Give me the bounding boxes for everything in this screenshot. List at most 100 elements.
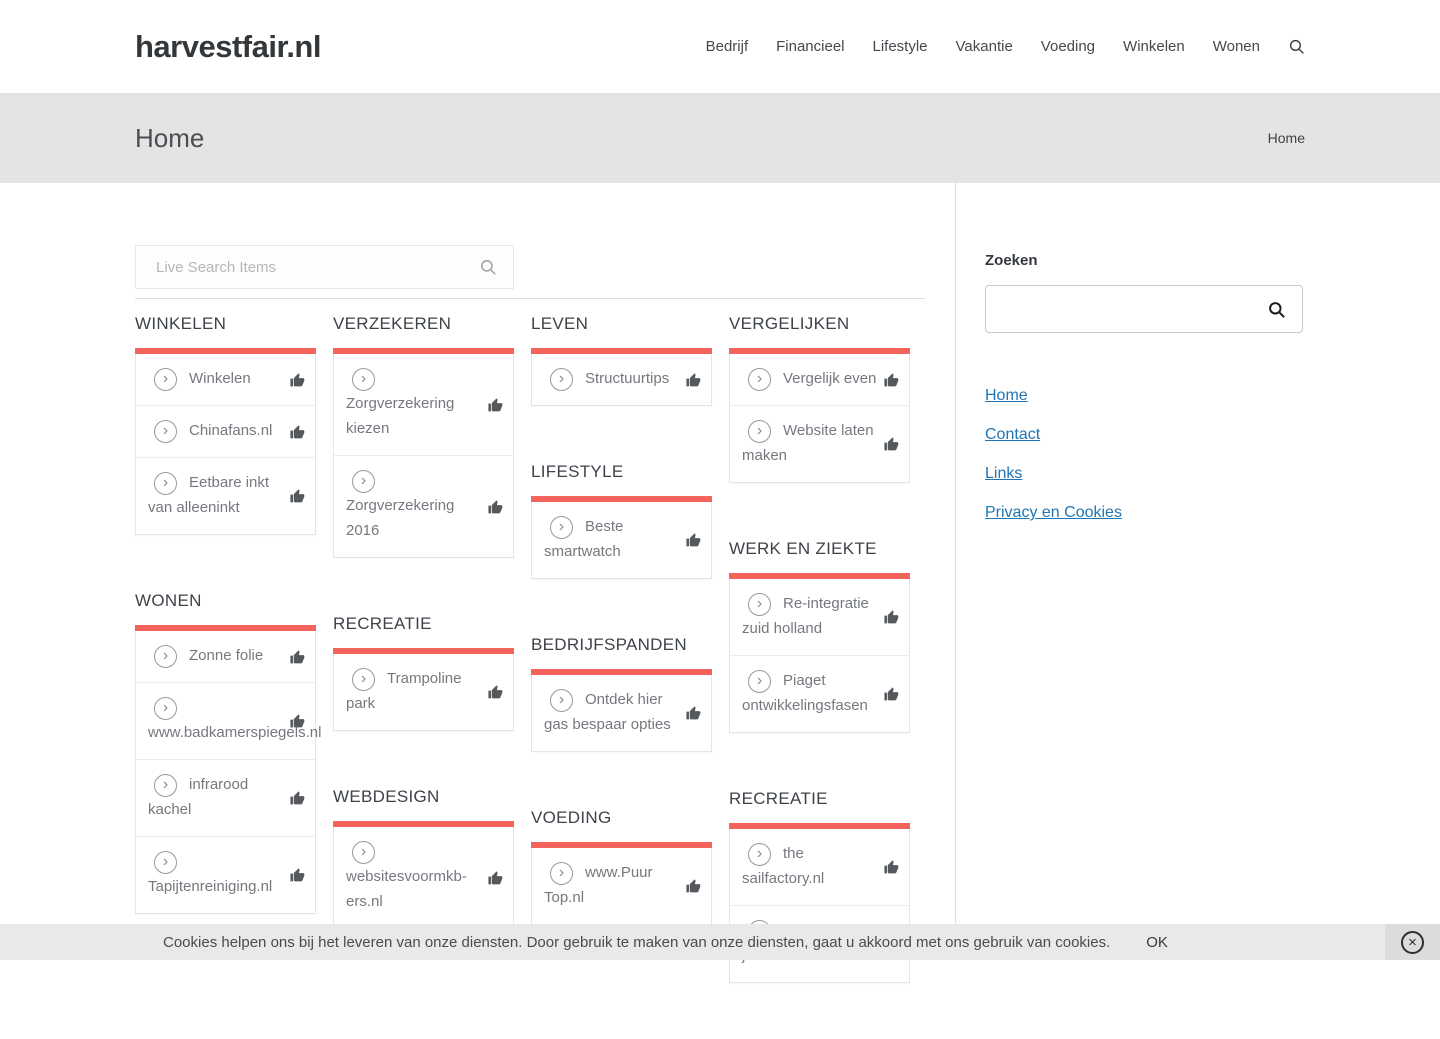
link-label[interactable]: Chinafans.nl bbox=[189, 422, 272, 439]
circle-chevron-icon: › bbox=[748, 843, 771, 866]
page-title: Home bbox=[135, 123, 204, 154]
category-section-voeding: VOEDING›www.Puur Top.nl bbox=[531, 808, 712, 925]
thumbs-up-icon[interactable] bbox=[883, 859, 900, 876]
link-card-item[interactable]: ›Zonne folie bbox=[136, 631, 315, 683]
link-card-group: ›Structuurtips bbox=[531, 348, 712, 406]
thumbs-up-icon[interactable] bbox=[487, 498, 504, 515]
thumbs-up-icon[interactable] bbox=[289, 423, 306, 440]
link-card-item[interactable]: ›www.badkamerspiegels.nl bbox=[136, 683, 315, 760]
thumbs-up-icon[interactable] bbox=[289, 790, 306, 807]
link-card-group: ›Beste smartwatch bbox=[531, 496, 712, 579]
link-label[interactable]: Zorgverzekering 2016 bbox=[346, 497, 454, 539]
nav-item-winkelen[interactable]: Winkelen bbox=[1123, 38, 1185, 55]
link-card-group: ›websitesvoormkb-ers.nl bbox=[333, 821, 514, 929]
category-heading: LEVEN bbox=[531, 314, 712, 334]
category-section-verzekeren: VERZEKEREN › Zorgverzekering kiezen › Zorgve… bbox=[333, 314, 514, 558]
live-search-input[interactable] bbox=[156, 259, 479, 276]
thumbs-up-icon[interactable] bbox=[883, 609, 900, 626]
link-card-item[interactable]: › Zorgverzekering kiezen bbox=[334, 354, 513, 456]
nav-item-lifestyle[interactable]: Lifestyle bbox=[873, 38, 928, 55]
circle-chevron-icon: › bbox=[550, 862, 573, 885]
link-label[interactable]: Vergelijk even bbox=[783, 370, 876, 387]
thumbs-up-icon[interactable] bbox=[487, 396, 504, 413]
nav-item-voeding[interactable]: Voeding bbox=[1041, 38, 1095, 55]
link-card-item[interactable]: ›Tapijtenreiniging.nl bbox=[136, 837, 315, 913]
link-card-item[interactable]: ›Re-integratie zuid holland bbox=[730, 579, 909, 656]
nav-search-icon[interactable] bbox=[1288, 38, 1305, 55]
link-card-item[interactable]: ›infrarood kachel bbox=[136, 760, 315, 837]
thumbs-up-icon[interactable] bbox=[289, 713, 306, 730]
link-card-item[interactable]: ›Beste smartwatch bbox=[532, 502, 711, 578]
category-heading: LIFESTYLE bbox=[531, 462, 712, 482]
link-card-item[interactable]: ›Structuurtips bbox=[532, 354, 711, 405]
link-label[interactable]: Zonne folie bbox=[189, 647, 263, 664]
link-card-item[interactable]: ›websitesvoormkb-ers.nl bbox=[334, 827, 513, 928]
category-heading: WINKELEN bbox=[135, 314, 316, 334]
thumbs-up-icon[interactable] bbox=[685, 371, 702, 388]
category-heading: RECREATIE bbox=[333, 614, 514, 634]
category-section-wonen: WONEN›Zonne folie›www.badkamerspiegels.n… bbox=[135, 591, 316, 914]
cookie-banner: Cookies helpen ons bij het leveren van o… bbox=[0, 924, 1440, 960]
thumbs-up-icon[interactable] bbox=[289, 488, 306, 505]
category-heading: WERK EN ZIEKTE bbox=[729, 539, 910, 559]
link-label[interactable]: Zorgverzekering kiezen bbox=[346, 395, 454, 437]
link-card-item[interactable]: ›Eetbare inkt van alleeninkt bbox=[136, 458, 315, 534]
category-heading: VERZEKEREN bbox=[333, 314, 514, 334]
site-header: harvestfair.nl Bedrijf Financieel Lifestyl… bbox=[0, 0, 1440, 93]
live-search-icon[interactable] bbox=[479, 258, 497, 276]
circle-chevron-icon: › bbox=[154, 774, 177, 797]
link-card-group: › Zorgverzekering kiezen › Zorgverzekering … bbox=[333, 348, 514, 558]
link-card-group: ›www.Puur Top.nl bbox=[531, 842, 712, 925]
sidebar-link-contact[interactable]: Contact bbox=[985, 426, 1040, 444]
link-card-item[interactable]: ›Trampoline park bbox=[334, 654, 513, 730]
nav-item-vakantie[interactable]: Vakantie bbox=[956, 38, 1013, 55]
link-card-group: › Vergelijk even ›Website laten maken bbox=[729, 348, 910, 483]
thumbs-up-icon[interactable] bbox=[685, 705, 702, 722]
link-card-item[interactable]: ›the sailfactory.nl bbox=[730, 829, 909, 906]
link-card-item[interactable]: ›Chinafans.nl bbox=[136, 406, 315, 458]
link-label[interactable]: Tapijtenreiniging.nl bbox=[148, 878, 272, 895]
category-section-lifestyle: LIFESTYLE ›Beste smartwatch bbox=[531, 462, 712, 579]
thumbs-up-icon[interactable] bbox=[487, 869, 504, 886]
sidebar-search-icon[interactable] bbox=[1267, 300, 1286, 319]
circle-chevron-icon: › bbox=[154, 697, 177, 720]
link-label[interactable]: Winkelen bbox=[189, 370, 251, 387]
link-card-item[interactable]: › Zorgverzekering 2016 bbox=[334, 456, 513, 557]
link-card-item[interactable]: ›Piaget ontwikkelingsfasen bbox=[730, 656, 909, 732]
cookie-close-button[interactable]: × bbox=[1385, 924, 1440, 960]
thumbs-up-icon[interactable] bbox=[685, 878, 702, 895]
link-card-item[interactable]: ›Ontdek hier gas bespaar opties bbox=[532, 675, 711, 751]
thumbs-up-icon[interactable] bbox=[289, 648, 306, 665]
thumbs-up-icon[interactable] bbox=[487, 684, 504, 701]
circle-chevron-icon: › bbox=[352, 368, 375, 391]
link-card-item[interactable]: ›Winkelen bbox=[136, 354, 315, 406]
nav-item-wonen[interactable]: Wonen bbox=[1213, 38, 1260, 55]
sidebar: Zoeken HomeContactLinksPrivacy en Cookie… bbox=[985, 252, 1305, 522]
sidebar-link-links[interactable]: Links bbox=[985, 465, 1022, 483]
nav-item-financieel[interactable]: Financieel bbox=[776, 38, 844, 55]
sidebar-link-home[interactable]: Home bbox=[985, 387, 1028, 405]
thumbs-up-icon[interactable] bbox=[289, 371, 306, 388]
thumbs-up-icon[interactable] bbox=[883, 436, 900, 453]
cookie-ok-button[interactable]: OK bbox=[1146, 934, 1168, 951]
category-heading: WONEN bbox=[135, 591, 316, 611]
thumbs-up-icon[interactable] bbox=[883, 686, 900, 703]
cookie-message: Cookies helpen ons bij het leveren van o… bbox=[163, 934, 1110, 951]
link-label[interactable]: websitesvoormkb-ers.nl bbox=[346, 868, 467, 910]
sidebar-link-privacy-en-cookies[interactable]: Privacy en Cookies bbox=[985, 504, 1122, 522]
link-card-item[interactable]: ›Website laten maken bbox=[730, 406, 909, 482]
live-search-box bbox=[135, 245, 514, 289]
sidebar-search-input[interactable] bbox=[1000, 301, 1267, 318]
circle-chevron-icon: › bbox=[352, 470, 375, 493]
thumbs-up-icon[interactable] bbox=[289, 867, 306, 884]
thumbs-up-icon[interactable] bbox=[883, 371, 900, 388]
link-label[interactable]: Structuurtips bbox=[585, 370, 669, 387]
link-card-item[interactable]: ›www.Puur Top.nl bbox=[532, 848, 711, 924]
link-card-item[interactable]: › Vergelijk even bbox=[730, 354, 909, 406]
nav-item-bedrijf[interactable]: Bedrijf bbox=[706, 38, 749, 55]
circle-chevron-icon: › bbox=[748, 368, 771, 391]
link-card-group: ›Trampoline park bbox=[333, 648, 514, 731]
thumbs-up-icon[interactable] bbox=[685, 532, 702, 549]
breadcrumb[interactable]: Home bbox=[1268, 130, 1305, 146]
site-logo[interactable]: harvestfair.nl bbox=[135, 29, 321, 65]
